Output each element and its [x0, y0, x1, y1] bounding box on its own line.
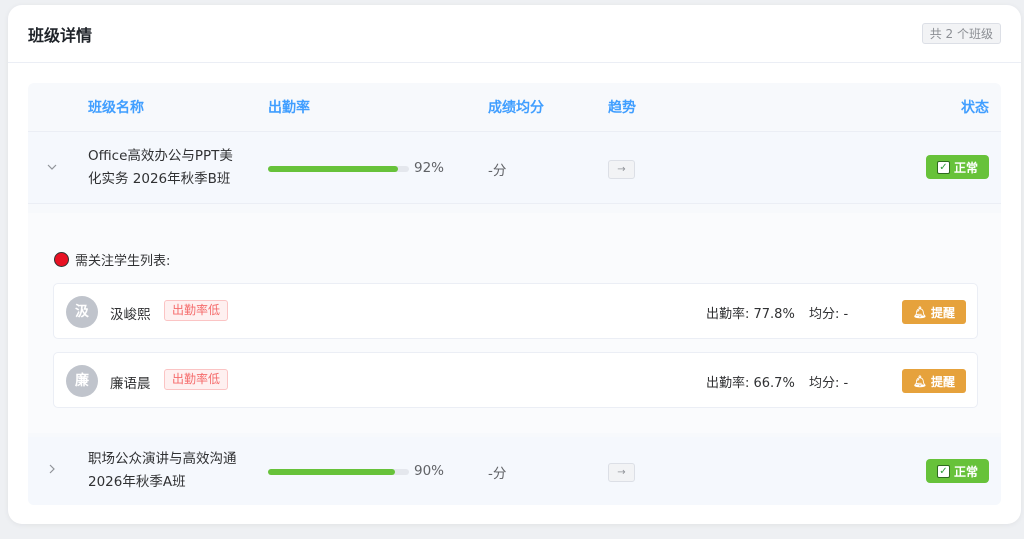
bell-icon: 🔔︎ [913, 374, 927, 388]
card-header: 班级详情 共 2 个班级 [8, 5, 1021, 63]
class-name: Office高效办公与PPT美 化实务 2026年秋季B班 [88, 148, 233, 187]
avatar: 廉 [66, 365, 98, 397]
student-average-score: 均分: - [809, 376, 849, 391]
attendance-progress-fill [268, 166, 398, 172]
low-attendance-tag: 出勤率低 [164, 369, 229, 390]
class-count-badge: 共 2 个班级 [921, 23, 1001, 44]
student-item: 廉 廉语晨 出勤率低 出勤率: 66.7% 均分: - 🔔︎ 提醒 [53, 352, 978, 408]
attention-list-title: 需关注学生列表: [54, 250, 170, 269]
attendance-rate: 92% [414, 160, 445, 176]
table-row[interactable]: 职场公众演讲与高效沟通 2026年秋季A班 90% -分 → ✓ 正常 [28, 437, 1001, 505]
status-badge: ✓ 正常 [926, 459, 989, 483]
student-item: 汲 汲峻熙 出勤率低 出勤率: 77.8% 均分: - 🔔︎ 提醒 [53, 283, 978, 339]
average-score: -分 [488, 466, 507, 482]
check-icon: ✓ [936, 160, 950, 174]
student-average-score: 均分: - [809, 307, 849, 322]
attendance-progress-fill [268, 469, 395, 475]
remind-button[interactable]: 🔔︎ 提醒 [902, 300, 966, 324]
class-table: 班级名称 出勤率 成绩均分 趋势 状态 Office高效办公与PPT美 化实务 … [28, 83, 1001, 505]
student-name: 汲峻熙 [110, 307, 151, 323]
average-score: -分 [488, 163, 507, 179]
column-header-name: 班级名称 [88, 100, 144, 116]
chevron-down-icon[interactable] [46, 161, 60, 175]
arrow-right-icon: → [617, 467, 626, 478]
arrow-right-icon: → [617, 164, 626, 175]
column-header-status: 状态 [961, 100, 989, 116]
column-header-attendance: 出勤率 [268, 100, 310, 116]
student-attendance-rate: 出勤率: 66.7% [706, 376, 795, 391]
student-name: 廉语晨 [110, 376, 151, 392]
column-header-trend: 趋势 [608, 100, 636, 116]
status-badge: ✓ 正常 [926, 155, 989, 179]
low-attendance-tag: 出勤率低 [164, 300, 229, 321]
attendance-progress-bar [268, 166, 409, 172]
class-name: 职场公众演讲与高效沟通 2026年秋季A班 [88, 451, 237, 490]
trend-button[interactable]: → [608, 160, 635, 179]
expanded-row-details: 需关注学生列表: 汲 汲峻熙 出勤率低 出勤率: 77.8% 均分: - 🔔︎ … [28, 213, 1001, 433]
column-header-score: 成绩均分 [488, 100, 544, 116]
trend-button[interactable]: → [608, 463, 635, 482]
red-circle-icon [54, 252, 69, 267]
remind-button[interactable]: 🔔︎ 提醒 [902, 369, 966, 393]
table-row[interactable]: Office高效办公与PPT美 化实务 2026年秋季B班 92% -分 → ✓… [28, 132, 1001, 204]
chevron-right-icon[interactable] [46, 463, 60, 477]
check-icon: ✓ [936, 464, 950, 478]
table-header: 班级名称 出勤率 成绩均分 趋势 状态 [28, 83, 1001, 132]
page-title: 班级详情 [28, 25, 93, 45]
student-attendance-rate: 出勤率: 77.8% [706, 307, 795, 322]
attendance-progress-bar [268, 469, 409, 475]
class-details-card: 班级详情 共 2 个班级 班级名称 出勤率 成绩均分 趋势 状态 Office高… [8, 5, 1021, 524]
bell-icon: 🔔︎ [913, 305, 927, 319]
attendance-rate: 90% [414, 463, 445, 479]
avatar: 汲 [66, 296, 98, 328]
